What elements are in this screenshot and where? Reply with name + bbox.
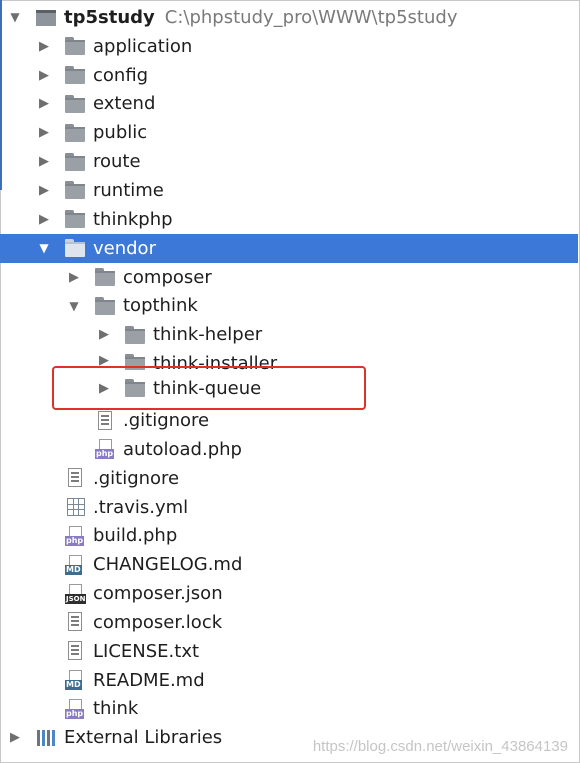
chevron-right-icon[interactable]: ▶ bbox=[37, 39, 51, 54]
tree-row-build[interactable]: ▶ php build.php bbox=[0, 522, 578, 551]
text-file-icon bbox=[95, 410, 117, 431]
tree-row-travis[interactable]: ▶ .travis.yml bbox=[0, 493, 578, 522]
folder-icon bbox=[65, 123, 87, 143]
tree-label: topthink bbox=[123, 295, 198, 317]
chevron-right-icon[interactable]: ▶ bbox=[37, 212, 51, 227]
folder-icon bbox=[65, 209, 87, 229]
tree-label: build.php bbox=[93, 525, 178, 547]
tree-row-composer-lock[interactable]: ▶ composer.lock bbox=[0, 608, 578, 637]
tree-row-vendor-gitignore[interactable]: ▶ .gitignore bbox=[0, 406, 578, 435]
chevron-right-icon[interactable]: ▶ bbox=[37, 125, 51, 140]
tree-label: extend bbox=[93, 93, 156, 115]
php-file-icon: php bbox=[95, 439, 117, 460]
tree-label: composer bbox=[123, 266, 212, 288]
tree-row-root-gitignore[interactable]: ▶ .gitignore bbox=[0, 464, 578, 493]
chevron-down-icon[interactable]: ▼ bbox=[37, 241, 51, 255]
tree-label: thinkphp bbox=[93, 208, 173, 230]
tree-row-readme[interactable]: ▶ MD README.md bbox=[0, 666, 578, 695]
chevron-down-icon[interactable]: ▼ bbox=[8, 10, 22, 24]
markdown-file-icon: MD bbox=[65, 670, 87, 691]
tree-row-route[interactable]: ▶ route bbox=[0, 147, 578, 176]
tree-label: .gitignore bbox=[93, 467, 180, 489]
chevron-right-icon[interactable]: ▶ bbox=[67, 270, 81, 285]
libraries-icon bbox=[36, 728, 58, 748]
php-file-icon: php bbox=[65, 698, 87, 719]
folder-icon bbox=[65, 94, 87, 114]
project-path: C:\phpstudy_pro\WWW\tp5study bbox=[164, 6, 458, 28]
folder-icon bbox=[65, 180, 87, 200]
tree-row-runtime[interactable]: ▶ runtime bbox=[0, 176, 578, 205]
tree-row-autoload[interactable]: ▶ php autoload.php bbox=[0, 435, 578, 464]
tree-label: .gitignore bbox=[123, 410, 210, 432]
tree-row-root[interactable]: ▼ tp5study C:\phpstudy_pro\WWW\tp5study bbox=[0, 3, 578, 32]
folder-icon bbox=[65, 152, 87, 172]
folder-icon bbox=[95, 267, 117, 287]
php-file-icon: php bbox=[65, 525, 87, 546]
tree-row-extend[interactable]: ▶ extend bbox=[0, 90, 578, 119]
tree-row-public[interactable]: ▶ public bbox=[0, 118, 578, 147]
yaml-file-icon bbox=[65, 497, 87, 517]
tree-row-config[interactable]: ▶ config bbox=[0, 61, 578, 90]
project-name: tp5study bbox=[64, 6, 155, 28]
chevron-right-icon[interactable]: ▶ bbox=[37, 68, 51, 83]
tree-label: composer.json bbox=[93, 583, 223, 605]
tree-label: CHANGELOG.md bbox=[93, 554, 243, 576]
tree-row-topthink[interactable]: ▼ topthink bbox=[0, 291, 578, 320]
chevron-right-icon[interactable]: ▶ bbox=[37, 154, 51, 169]
tree-row-vendor[interactable]: ▼ vendor bbox=[0, 233, 578, 263]
tree-label: think bbox=[93, 698, 139, 720]
tree-row-application[interactable]: ▶ application bbox=[0, 32, 578, 61]
tree-row-think-helper[interactable]: ▶ think-helper bbox=[0, 320, 578, 349]
tree-label: think-helper bbox=[153, 324, 263, 346]
text-file-icon bbox=[65, 612, 87, 632]
highlight-box bbox=[52, 366, 366, 410]
tree-label: LICENSE.txt bbox=[93, 640, 200, 662]
tree-label: .travis.yml bbox=[93, 496, 189, 518]
folder-icon bbox=[65, 36, 87, 56]
chevron-right-icon[interactable]: ▶ bbox=[37, 96, 51, 111]
tree-label: External Libraries bbox=[64, 727, 223, 749]
tree-label: runtime bbox=[93, 179, 164, 201]
text-file-icon bbox=[65, 641, 87, 661]
tree-label: application bbox=[93, 35, 193, 57]
folder-icon bbox=[125, 325, 147, 345]
tree-row-composer-json[interactable]: ▶ JSON composer.json bbox=[0, 579, 578, 608]
chevron-down-icon[interactable]: ▼ bbox=[67, 299, 81, 313]
text-file-icon bbox=[65, 468, 87, 488]
folder-icon bbox=[65, 238, 87, 258]
folder-icon bbox=[95, 296, 117, 316]
tree-row-thinkphp[interactable]: ▶ thinkphp bbox=[0, 205, 578, 234]
tree-row-composer[interactable]: ▶ composer bbox=[0, 263, 578, 292]
tree-label: vendor bbox=[93, 237, 156, 259]
tree-label: public bbox=[93, 122, 148, 144]
markdown-file-icon: MD bbox=[65, 554, 87, 575]
watermark: https://blog.csdn.net/weixin_43864139 bbox=[312, 738, 568, 755]
tree-label: composer.lock bbox=[93, 611, 223, 633]
tree-label: README.md bbox=[93, 669, 205, 691]
tree-label: config bbox=[93, 64, 149, 86]
json-file-icon: JSON bbox=[65, 583, 87, 604]
tree-label: route bbox=[93, 151, 141, 173]
tree-row-think[interactable]: ▶ php think bbox=[0, 695, 578, 724]
chevron-right-icon[interactable]: ▶ bbox=[97, 327, 111, 342]
chevron-right-icon[interactable]: ▶ bbox=[37, 183, 51, 198]
tree-row-license[interactable]: ▶ LICENSE.txt bbox=[0, 637, 578, 666]
project-folder-icon bbox=[36, 7, 58, 27]
chevron-right-icon[interactable]: ▶ bbox=[8, 730, 22, 745]
tree-label: autoload.php bbox=[123, 438, 242, 460]
tree-row-changelog[interactable]: ▶ MD CHANGELOG.md bbox=[0, 550, 578, 579]
folder-icon bbox=[65, 65, 87, 85]
